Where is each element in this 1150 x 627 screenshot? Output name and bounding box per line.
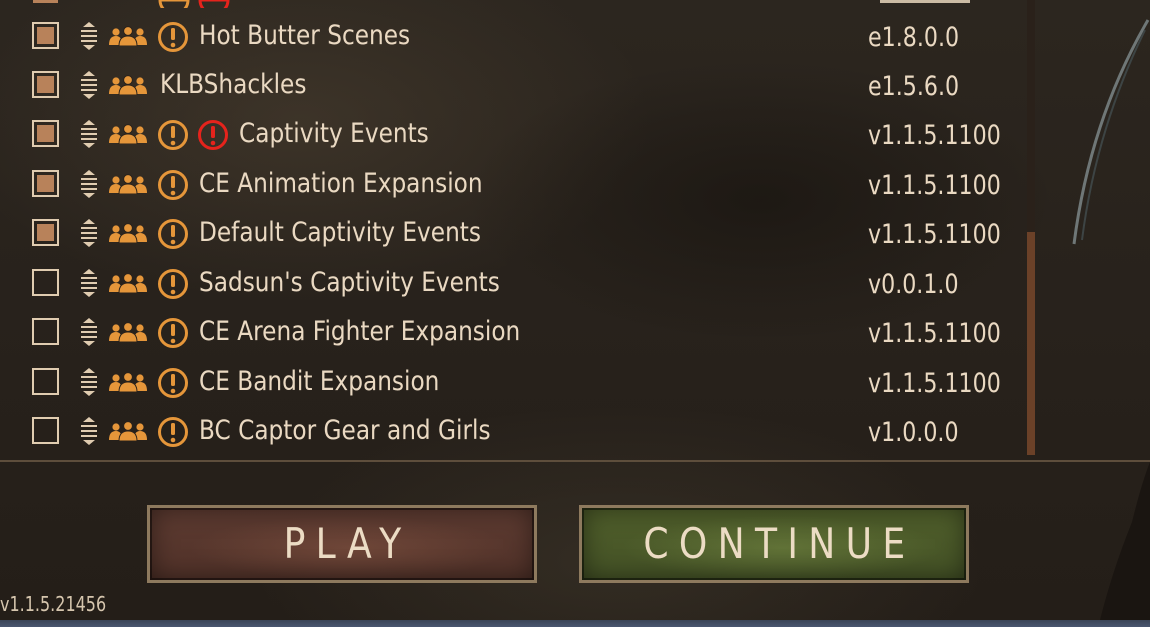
drag-handle-icon[interactable] bbox=[78, 168, 100, 200]
mod-enabled-checkbox[interactable] bbox=[32, 318, 59, 345]
game-version-label: v1.1.5.21456 bbox=[0, 592, 107, 616]
drag-handle-icon[interactable] bbox=[78, 20, 100, 52]
mod-row[interactable]: CE Arena Fighter Expansion v1.1.5.1100 bbox=[0, 310, 1020, 356]
multiplayer-group-icon bbox=[109, 273, 147, 293]
multiplayer-group-icon bbox=[109, 372, 147, 392]
mod-enabled-checkbox[interactable] bbox=[32, 219, 59, 246]
drag-handle-icon[interactable] bbox=[78, 69, 100, 101]
drag-handle-icon[interactable] bbox=[78, 415, 100, 447]
mod-enabled-checkbox[interactable] bbox=[32, 269, 59, 296]
drag-handle-icon[interactable] bbox=[78, 366, 100, 398]
mod-version: v1.1.5.1100 bbox=[868, 120, 1001, 151]
mod-enabled-checkbox[interactable] bbox=[32, 368, 59, 395]
mod-version: v1.1.5.1100 bbox=[868, 219, 1001, 250]
warning-icon[interactable] bbox=[157, 169, 189, 201]
warning-icon[interactable] bbox=[157, 416, 189, 448]
warning-icon[interactable] bbox=[157, 21, 189, 53]
multiplayer-group-icon bbox=[109, 75, 147, 95]
drag-handle-icon[interactable] bbox=[78, 217, 100, 249]
drag-handle-icon[interactable] bbox=[78, 118, 100, 150]
mod-version: e1.5.6.0 bbox=[868, 71, 960, 102]
continue-button[interactable]: CONTINUE bbox=[579, 505, 969, 583]
warning-icon[interactable] bbox=[197, 119, 229, 151]
mod-version: e1.8.0.0 bbox=[868, 22, 960, 53]
mod-row[interactable]: Hot Butter Scenes e1.8.0.0 bbox=[0, 14, 1020, 60]
mod-name: Hot Butter Scenes bbox=[199, 20, 411, 51]
mod-enabled-checkbox[interactable] bbox=[32, 170, 59, 197]
taskbar-edge bbox=[0, 620, 1150, 627]
mod-enabled-checkbox[interactable] bbox=[32, 120, 59, 147]
multiplayer-group-icon bbox=[109, 322, 147, 342]
scrollbar-track[interactable] bbox=[1027, 232, 1035, 455]
mod-version: v1.0.0.0 bbox=[868, 417, 959, 448]
mod-row[interactable]: CE Bandit Expansion v1.1.5.1100 bbox=[0, 360, 1020, 406]
background-figure bbox=[1100, 462, 1150, 620]
play-button[interactable]: PLAY bbox=[147, 505, 537, 583]
mod-name: Default Captivity Events bbox=[199, 217, 481, 248]
multiplayer-group-icon bbox=[109, 421, 147, 441]
warning-icon[interactable] bbox=[157, 218, 189, 250]
mod-list: Hot Butter Scenes e1.8.0.0 KLBShackles e1.5… bbox=[0, 0, 1020, 458]
mod-version: v1.1.5.1100 bbox=[868, 318, 1001, 349]
divider bbox=[0, 460, 1150, 462]
mod-row[interactable]: Default Captivity Events v1.1.5.1100 bbox=[0, 211, 1020, 257]
mod-row[interactable]: KLBShackles e1.5.6.0 bbox=[0, 63, 1020, 109]
warning-icon[interactable] bbox=[157, 268, 189, 300]
warning-icon[interactable] bbox=[157, 317, 189, 349]
mod-name: CE Arena Fighter Expansion bbox=[199, 316, 521, 347]
continue-button-label: CONTINUE bbox=[643, 519, 916, 568]
mod-name: KLBShackles bbox=[160, 69, 307, 100]
multiplayer-group-icon bbox=[109, 26, 147, 46]
launcher-window: Hot Butter Scenes e1.8.0.0 KLBShackles e1.5… bbox=[0, 0, 1150, 627]
background-decoration bbox=[1072, 19, 1150, 245]
mod-row[interactable]: Captivity Events v1.1.5.1100 bbox=[0, 112, 1020, 158]
partial-row-top bbox=[33, 0, 970, 8]
multiplayer-group-icon bbox=[109, 124, 147, 144]
mod-enabled-checkbox[interactable] bbox=[32, 22, 59, 49]
mod-enabled-checkbox[interactable] bbox=[32, 417, 59, 444]
mod-version: v1.1.5.1100 bbox=[868, 170, 1001, 201]
mod-row[interactable]: BC Captor Gear and Girls v1.0.0.0 bbox=[0, 409, 1020, 455]
mod-list-scrollbar[interactable] bbox=[1026, 0, 1036, 455]
mod-version: v0.0.1.0 bbox=[868, 269, 959, 300]
mod-name: Captivity Events bbox=[239, 118, 429, 149]
mod-enabled-checkbox[interactable] bbox=[32, 71, 59, 98]
drag-handle-icon[interactable] bbox=[78, 316, 100, 348]
scrollbar-upper[interactable] bbox=[1027, 0, 1035, 232]
multiplayer-group-icon bbox=[109, 223, 147, 243]
mod-version: v1.1.5.1100 bbox=[868, 368, 1001, 399]
warning-icon[interactable] bbox=[157, 119, 189, 151]
mod-name: BC Captor Gear and Girls bbox=[199, 415, 491, 446]
play-button-label: PLAY bbox=[283, 519, 412, 568]
warning-icon[interactable] bbox=[157, 367, 189, 399]
mod-name: CE Animation Expansion bbox=[199, 168, 483, 199]
mod-name: Sadsun's Captivity Events bbox=[199, 267, 500, 298]
mod-row[interactable]: Sadsun's Captivity Events v0.0.1.0 bbox=[0, 261, 1020, 307]
mod-row[interactable]: CE Animation Expansion v1.1.5.1100 bbox=[0, 162, 1020, 208]
drag-handle-icon[interactable] bbox=[78, 267, 100, 299]
multiplayer-group-icon bbox=[109, 174, 147, 194]
mod-name: CE Bandit Expansion bbox=[199, 366, 440, 397]
